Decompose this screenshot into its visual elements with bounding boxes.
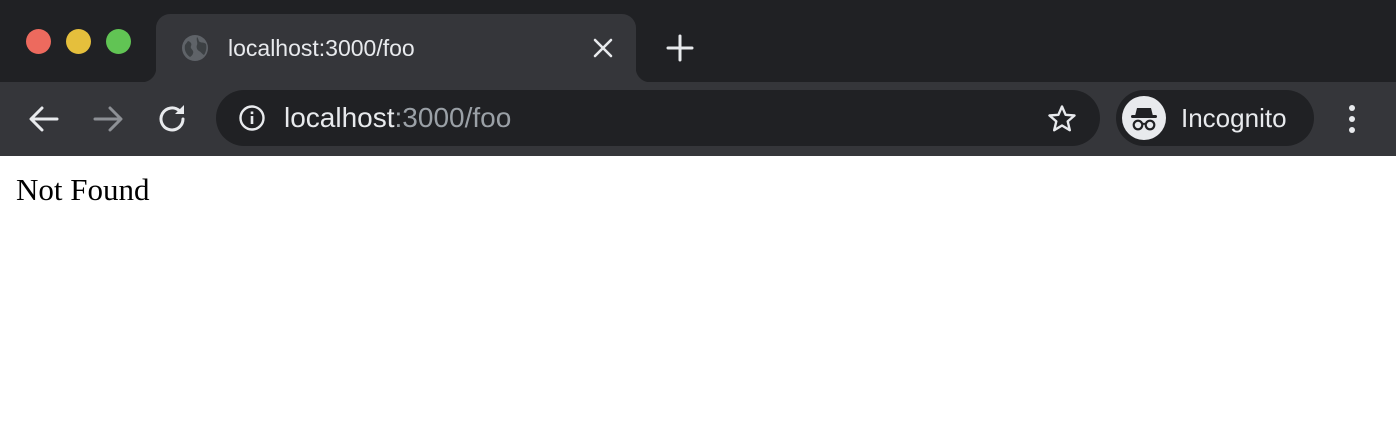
tab-strip: localhost:3000/foo [0, 0, 1396, 82]
info-icon[interactable] [238, 104, 266, 132]
page-content: Not Found [0, 156, 1396, 441]
globe-icon [180, 33, 210, 63]
arrow-left-icon[interactable] [24, 99, 64, 139]
url-text: localhost:3000/foo [284, 103, 511, 133]
incognito-icon [1122, 96, 1166, 140]
not-found-message: Not Found [16, 172, 150, 207]
arrow-right-icon[interactable] [88, 99, 128, 139]
tab-active[interactable]: localhost:3000/foo [142, 14, 650, 82]
plus-icon[interactable] [664, 32, 696, 64]
reload-icon[interactable] [152, 99, 192, 139]
close-icon[interactable] [590, 35, 616, 61]
address-bar[interactable]: localhost:3000/foo [216, 90, 1100, 146]
more-vertical-icon[interactable] [1334, 99, 1370, 139]
window-minimize-button[interactable] [66, 29, 91, 54]
incognito-profile-button[interactable]: Incognito [1116, 90, 1314, 146]
incognito-label: Incognito [1181, 103, 1287, 133]
url-path: :3000/foo [394, 102, 512, 133]
url-host: localhost [284, 102, 395, 133]
tab-title: localhost:3000/foo [228, 35, 415, 61]
window-zoom-button[interactable] [106, 29, 131, 54]
browser-window: localhost:3000/foo localhost:3000/foo In… [0, 0, 1396, 441]
star-outline-icon[interactable] [1046, 103, 1078, 135]
toolbar: localhost:3000/foo Incognito [0, 82, 1396, 156]
window-close-button[interactable] [26, 29, 51, 54]
